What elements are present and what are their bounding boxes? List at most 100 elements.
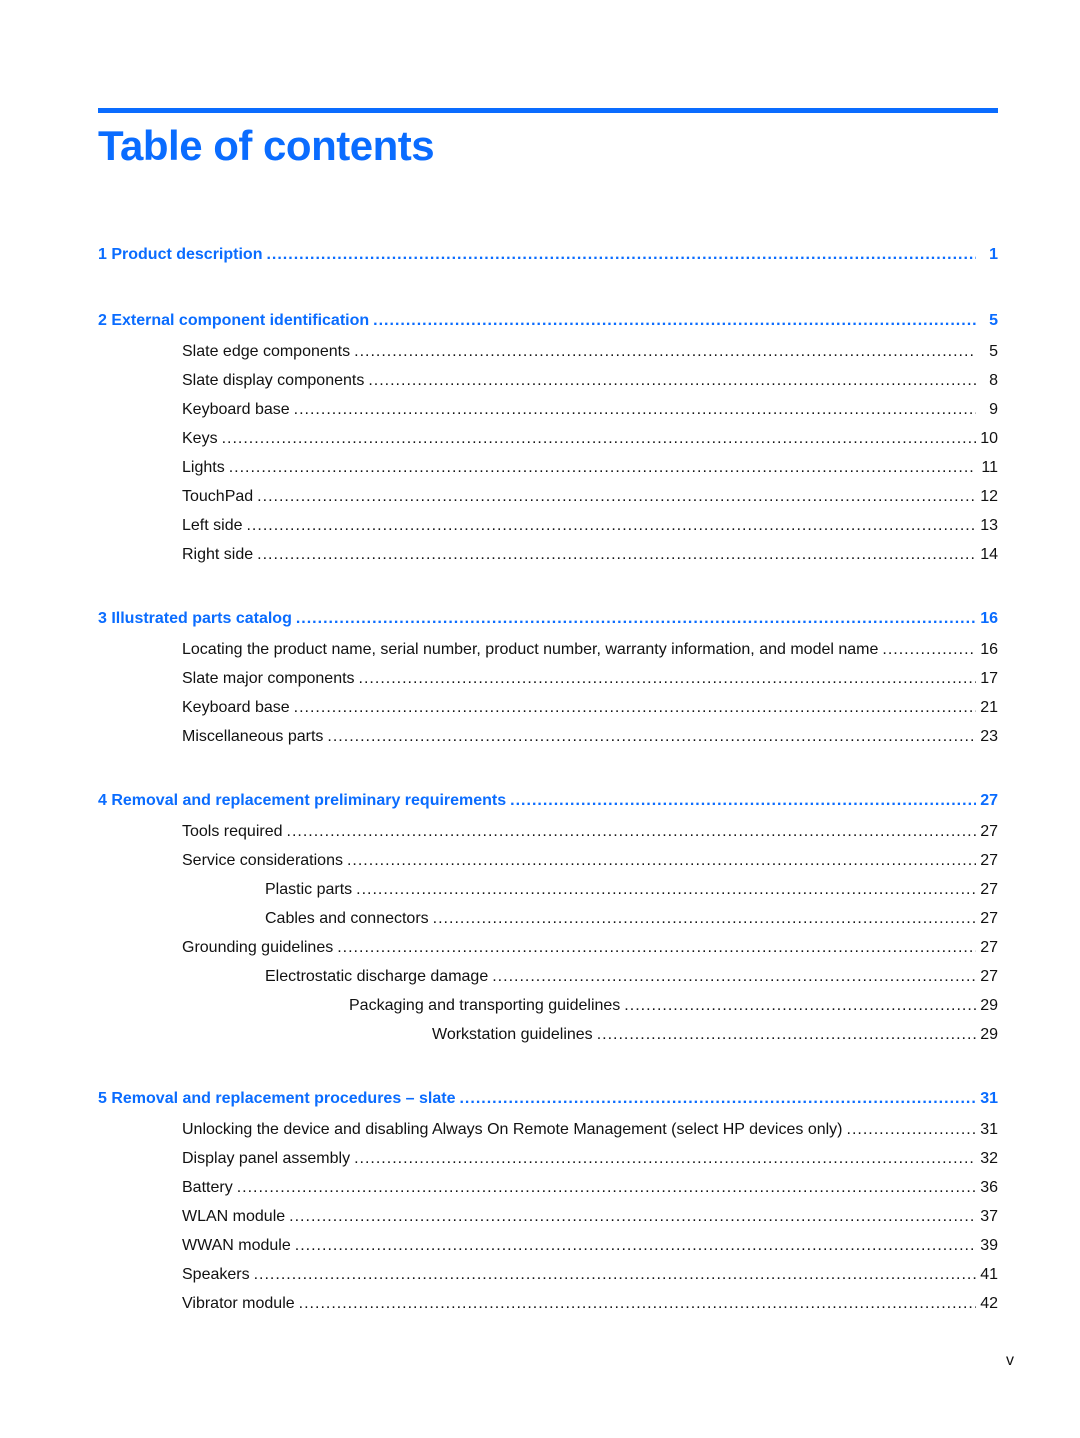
toc-entry-title: Plastic parts [265, 881, 353, 898]
toc-section-link[interactable]: TouchPad 12 [98, 482, 998, 511]
toc-section-link[interactable]: Display panel assembly 32 [98, 1144, 998, 1173]
dot-leader [237, 1173, 976, 1202]
toc-section-link[interactable]: Service considerations 27 [98, 846, 998, 875]
toc-entry-title: WLAN module [182, 1208, 286, 1225]
toc-page-number: 31 [980, 1121, 998, 1138]
dot-leader [354, 337, 976, 366]
dot-leader [459, 1084, 976, 1113]
dot-leader [337, 933, 976, 962]
toc-page-number: 13 [980, 517, 998, 534]
toc-page-number: 27 [980, 823, 998, 840]
toc-chapter-link[interactable]: 4 Removal and replacement preliminary re… [98, 786, 998, 817]
toc-entry-title: Lights [182, 459, 225, 476]
toc-section-link[interactable]: Battery 36 [98, 1173, 998, 1202]
toc-page-number: 16 [980, 610, 998, 627]
toc-section-link[interactable]: WLAN module 37 [98, 1202, 998, 1231]
dot-leader [847, 1115, 977, 1144]
dot-leader [510, 786, 976, 815]
toc-section-link[interactable]: Keys 10 [98, 424, 998, 453]
dot-leader [433, 904, 976, 933]
toc-entry-title: Keyboard base [182, 401, 290, 418]
toc-section-link[interactable]: Grounding guidelines 27 [98, 933, 998, 962]
toc-entry-title: Grounding guidelines [182, 939, 334, 956]
toc-entry-title: Display panel assembly [182, 1150, 351, 1167]
toc-page-number: 36 [980, 1179, 998, 1196]
toc-section-link[interactable]: Workstation guidelines 29 [98, 1020, 998, 1049]
toc-page-number: 29 [980, 1026, 998, 1043]
toc-entry-title: WWAN module [182, 1237, 291, 1254]
toc-entry-title: Slate display components [182, 372, 365, 389]
toc-section-link[interactable]: Lights 11 [98, 453, 998, 482]
dot-leader [624, 991, 976, 1020]
dot-leader [257, 540, 976, 569]
toc-section-link[interactable]: Miscellaneous parts 23 [98, 722, 998, 751]
dot-leader [222, 424, 976, 453]
toc-page-number: 27 [980, 852, 998, 869]
toc-section-link[interactable]: Unlocking the device and disabling Alway… [98, 1115, 998, 1144]
toc-section-link[interactable]: Left side 13 [98, 511, 998, 540]
toc-entry-title: 2 External component identification [98, 312, 370, 329]
toc-chapter-link[interactable]: 3 Illustrated parts catalog 16 [98, 604, 998, 635]
toc-page-number: 10 [980, 430, 998, 447]
toc-section-link[interactable]: Keyboard base 9 [98, 395, 998, 424]
toc-entry-title: Miscellaneous parts [182, 728, 324, 745]
toc-entry-title: Left side [182, 517, 243, 534]
toc-entry-title: Keyboard base [182, 699, 290, 716]
toc-section-link[interactable]: Slate display components 8 [98, 366, 998, 395]
dot-leader [294, 693, 976, 722]
toc-section-link[interactable]: Right side 14 [98, 540, 998, 569]
toc-page-number: 27 [980, 968, 998, 985]
toc-section-link[interactable]: Speakers 41 [98, 1260, 998, 1289]
toc-chapter-link[interactable]: 5 Removal and replacement procedures – s… [98, 1084, 998, 1115]
toc-page-number: 37 [980, 1208, 998, 1225]
toc-section-link[interactable]: Cables and connectors 27 [98, 904, 998, 933]
toc-page-number: 31 [980, 1090, 998, 1107]
toc-section-link[interactable]: Packaging and transporting guidelines 29 [98, 991, 998, 1020]
dot-leader [354, 1144, 976, 1173]
toc-entry-title: 1 Product description [98, 246, 263, 263]
toc-page-number: 27 [980, 910, 998, 927]
toc-entry-title: 3 Illustrated parts catalog [98, 610, 292, 627]
page-number: v [1006, 1352, 1014, 1369]
dot-leader [296, 604, 976, 633]
toc-entry-title: Slate edge components [182, 343, 351, 360]
toc-page-number: 39 [980, 1237, 998, 1254]
toc-page-number: 5 [989, 343, 998, 360]
toc-entry-title: Vibrator module [182, 1295, 295, 1312]
dot-leader [299, 1289, 976, 1318]
toc-section-link[interactable]: Slate edge components 5 [98, 337, 998, 366]
toc-section-link[interactable]: Tools required 27 [98, 817, 998, 846]
toc-chapter-link[interactable]: 1 Product description 1 [98, 240, 998, 271]
table-of-contents: 1 Product description 1 2 External compone… [98, 240, 998, 1318]
dot-leader [287, 817, 977, 846]
toc-page-number: 1 [989, 246, 998, 263]
toc-chapter-link[interactable]: 2 External component identification 5 [98, 306, 998, 337]
toc-section-link[interactable]: Vibrator module 42 [98, 1289, 998, 1318]
toc-page-number: 9 [989, 401, 998, 418]
toc-entry-title: 4 Removal and replacement preliminary re… [98, 792, 507, 809]
toc-entry-title: Tools required [182, 823, 283, 840]
toc-section-link[interactable]: Locating the product name, serial number… [98, 635, 998, 664]
toc-entry-title: Workstation guidelines [432, 1026, 593, 1043]
dot-leader [597, 1020, 976, 1049]
toc-section-link[interactable]: WWAN module 39 [98, 1231, 998, 1260]
toc-entry-title: Unlocking the device and disabling Alway… [182, 1121, 843, 1138]
toc-entry-title: Right side [182, 546, 254, 563]
toc-page-number: 23 [980, 728, 998, 745]
dot-leader [289, 1202, 976, 1231]
toc-section-link[interactable]: Plastic parts 27 [98, 875, 998, 904]
toc-section-link[interactable]: Keyboard base 21 [98, 693, 998, 722]
dot-leader [254, 1260, 976, 1289]
toc-section-link[interactable]: Electrostatic discharge damage 27 [98, 962, 998, 991]
toc-entry-title: Electrostatic discharge damage [265, 968, 489, 985]
toc-section-link[interactable]: Slate major components 17 [98, 664, 998, 693]
dot-leader [492, 962, 976, 991]
toc-page-number: 42 [980, 1295, 998, 1312]
toc-page-number: 27 [980, 792, 998, 809]
toc-page-number: 32 [980, 1150, 998, 1167]
page-title: Table of contents [98, 122, 435, 169]
dot-leader [373, 306, 976, 335]
toc-entry-title: Service considerations [182, 852, 343, 869]
toc-page-number: 16 [980, 641, 998, 658]
toc-page-number: 27 [980, 881, 998, 898]
